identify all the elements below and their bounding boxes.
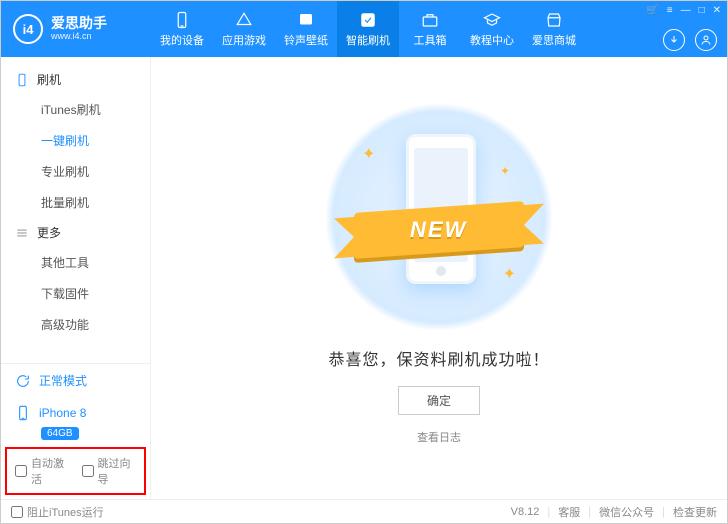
close-button[interactable]: ✕ (713, 5, 721, 16)
flash-options-highlight: 自动激活 跳过向导 (5, 447, 146, 495)
brand-subtitle: www.i4.cn (51, 32, 107, 42)
maximize-button[interactable]: □ (699, 5, 705, 16)
success-message: 恭喜您，保资料刷机成功啦！ (328, 346, 549, 370)
sparkle-icon: ✦ (362, 144, 375, 164)
device-mode-label: 正常模式 (39, 372, 87, 389)
auto-activate-input[interactable] (15, 465, 27, 477)
gallery-icon (297, 11, 315, 29)
skip-guide-label: 跳过向导 (98, 455, 137, 487)
sidebar-section-label: 刷机 (37, 71, 61, 88)
tab-my-device[interactable]: 我的设备 (151, 1, 213, 57)
sparkle-icon: ✦ (500, 164, 510, 178)
skip-guide-checkbox[interactable]: 跳过向导 (82, 455, 137, 487)
window-controls: 🛒 ≡ — □ ✕ (646, 5, 721, 16)
auto-activate-label: 自动激活 (31, 455, 70, 487)
toolbox-icon (421, 11, 439, 29)
graduation-icon (483, 11, 501, 29)
sidebar-item-advanced[interactable]: 高级功能 (1, 309, 150, 340)
list-icon (15, 226, 29, 240)
version-label: V8.12 (511, 506, 540, 518)
download-button[interactable] (663, 29, 685, 51)
brand: i4 爱思助手 www.i4.cn (1, 14, 151, 44)
flash-icon (359, 11, 377, 29)
app-header: i4 爱思助手 www.i4.cn 我的设备 应用游戏 铃声壁纸 智能刷机 工具… (1, 1, 727, 57)
sidebar-section-flash[interactable]: 刷机 (1, 65, 150, 94)
sidebar-item-other-tools[interactable]: 其他工具 (1, 247, 150, 278)
footer-link-wechat[interactable]: 微信公众号 (599, 504, 654, 520)
device-icon (173, 11, 191, 29)
sidebar-section-label: 更多 (37, 224, 61, 241)
view-log-link[interactable]: 查看日志 (417, 429, 461, 445)
device-mode[interactable]: 正常模式 (1, 364, 150, 397)
brand-logo: i4 (13, 14, 43, 44)
account-button[interactable] (695, 29, 717, 51)
success-illustration: ✦ ✦ ✦ NEW (324, 102, 554, 332)
brand-title: 爱思助手 (51, 16, 107, 31)
tab-apps[interactable]: 应用游戏 (213, 1, 275, 57)
tab-label: 应用游戏 (222, 32, 266, 48)
tab-ringtones[interactable]: 铃声壁纸 (275, 1, 337, 57)
tab-tools[interactable]: 工具箱 (399, 1, 461, 57)
sidebar-item-download-fw[interactable]: 下载固件 (1, 278, 150, 309)
sidebar-item-itunes-flash[interactable]: iTunes刷机 (1, 94, 150, 125)
phone-icon (15, 405, 31, 421)
block-itunes-label: 阻止iTunes运行 (27, 504, 104, 520)
store-icon (545, 11, 563, 29)
apps-icon (235, 11, 253, 29)
sidebar-item-pro-flash[interactable]: 专业刷机 (1, 156, 150, 187)
block-itunes-checkbox[interactable]: 阻止iTunes运行 (11, 504, 104, 520)
skip-guide-input[interactable] (82, 465, 94, 477)
tab-label: 工具箱 (414, 32, 447, 48)
refresh-icon (15, 373, 31, 389)
cart-icon[interactable]: 🛒 (646, 5, 658, 16)
phone-icon (15, 73, 29, 87)
menu-icon[interactable]: ≡ (667, 5, 673, 16)
ok-button[interactable]: 确定 (398, 386, 480, 415)
tab-flash[interactable]: 智能刷机 (337, 1, 399, 57)
footer-link-update[interactable]: 检查更新 (673, 504, 717, 520)
tab-label: 智能刷机 (346, 32, 390, 48)
tab-label: 教程中心 (470, 32, 514, 48)
block-itunes-input[interactable] (11, 506, 23, 518)
device-name: iPhone 8 (39, 406, 86, 420)
header-right (663, 29, 717, 51)
minimize-button[interactable]: — (681, 5, 691, 16)
status-bar: 阻止iTunes运行 V8.12 | 客服 | 微信公众号 | 检查更新 (1, 499, 727, 523)
sidebar-section-more[interactable]: 更多 (1, 218, 150, 247)
tab-label: 爱思商城 (532, 32, 576, 48)
tab-store[interactable]: 爱思商城 (523, 1, 585, 57)
tab-label: 我的设备 (160, 32, 204, 48)
footer-link-support[interactable]: 客服 (558, 504, 580, 520)
main-panel: ✦ ✦ ✦ NEW 恭喜您，保资料刷机成功啦！ 确定 查看日志 (151, 57, 727, 499)
auto-activate-checkbox[interactable]: 自动激活 (15, 455, 70, 487)
sidebar-item-onekey-flash[interactable]: 一键刷机 (1, 125, 150, 156)
device-storage-badge: 64GB (41, 425, 150, 439)
main-tabs: 我的设备 应用游戏 铃声壁纸 智能刷机 工具箱 教程中心 爱思商城 (151, 1, 727, 57)
tab-label: 铃声壁纸 (284, 32, 328, 48)
sidebar: 刷机 iTunes刷机 一键刷机 专业刷机 批量刷机 更多 其他工具 下载固件 … (1, 57, 151, 499)
sparkle-icon: ✦ (503, 264, 516, 284)
tab-tutorials[interactable]: 教程中心 (461, 1, 523, 57)
sidebar-item-batch-flash[interactable]: 批量刷机 (1, 187, 150, 218)
